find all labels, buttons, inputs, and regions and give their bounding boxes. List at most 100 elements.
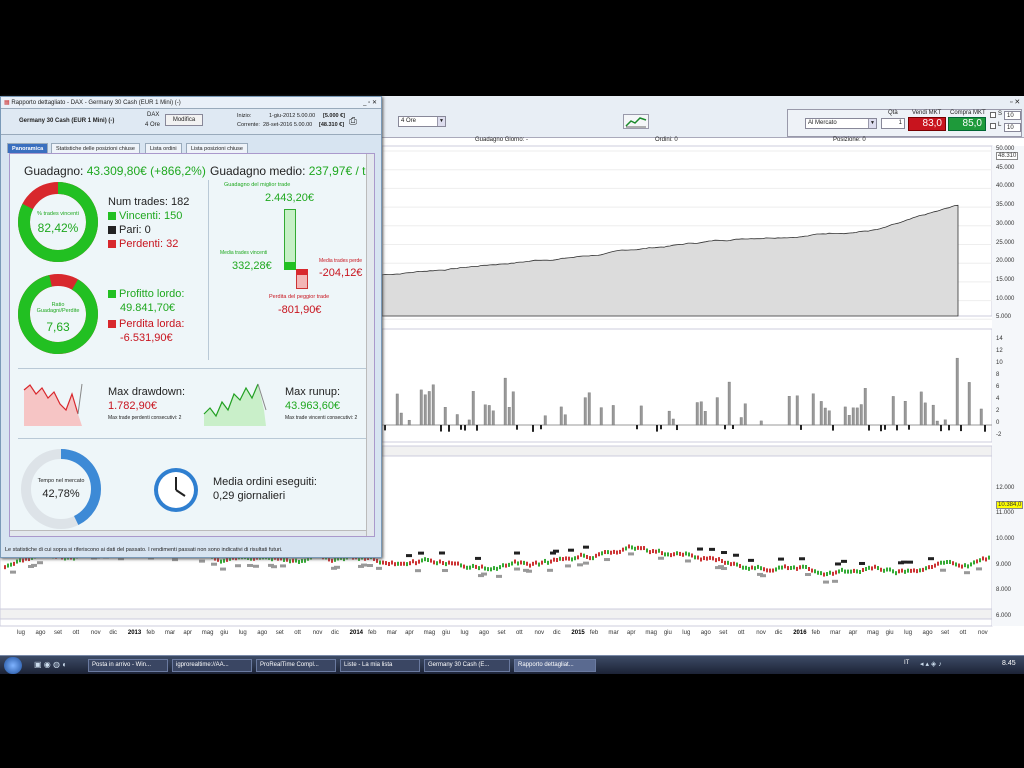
taskbar-item-igprorealtime[interactable]: igprorealtime://AA... <box>172 659 252 672</box>
x-axis-label: dic <box>331 630 339 636</box>
report-window-title: ▦ Rapporto dettagliato - DAX - Germany 3… <box>1 97 381 109</box>
axis-tick-label: 5.000 <box>996 314 1012 321</box>
clock: 8.45 <box>1002 660 1016 667</box>
x-axis-label: lug <box>904 630 913 636</box>
axis-tick-label: 15.000 <box>996 276 1015 283</box>
max-drawdown-value: 1.782,90€ <box>108 400 157 412</box>
detailed-report-window: ▦ Rapporto dettagliato - DAX - Germany 3… <box>0 96 382 558</box>
clock-icon <box>154 468 198 512</box>
x-axis-label: mag <box>423 630 436 636</box>
axis-tick-label: 4 <box>996 396 1000 402</box>
x-axis-label: lug <box>17 630 26 636</box>
axis-tick-label: 10 <box>996 360 1003 366</box>
avg-win-bar <box>284 262 296 270</box>
axis-tick-label: 14 <box>996 336 1003 342</box>
x-axis-label: mag <box>645 630 658 636</box>
x-axis-label: giu <box>220 630 229 636</box>
x-axis-label: nov <box>978 630 988 636</box>
divider <box>18 438 368 439</box>
x-axis-label: 2014 <box>349 630 363 636</box>
x-axis-label: lug <box>238 630 247 636</box>
axis-tick-label: 8.000 <box>996 587 1012 593</box>
x-axis-label: dic <box>774 630 783 636</box>
best-trade-label: Guadagno del miglior trade <box>224 182 291 188</box>
winners-label: Vincenti: 150 <box>119 210 183 222</box>
overview-panel: Guadagno: 43.309,80€ (+866,2%) Guadagno … <box>9 153 375 537</box>
x-axis-label: apr <box>183 630 192 636</box>
modify-button[interactable]: Modifica <box>165 114 203 126</box>
tab-overview[interactable]: Panoramica <box>7 143 49 153</box>
start-price: [5.000 €] <box>323 113 346 119</box>
axis-tick-label: 12.000 <box>996 485 1015 491</box>
vertical-scrollbar[interactable] <box>366 154 374 536</box>
taskbar-item-prorealtime[interactable]: ProRealTime Compl... <box>256 659 336 672</box>
axis-tick-label: 20.000 <box>996 258 1015 265</box>
avg-gain-summary: Guadagno medio: 237,97€ / tra <box>210 164 374 178</box>
x-axis-label: set <box>275 630 284 636</box>
tab-order-list[interactable]: Lista ordini <box>145 143 182 153</box>
drawdown-sparkline <box>23 383 83 426</box>
runup-sparkline <box>203 383 267 426</box>
taskbar-item-mail[interactable]: Posta in arrivo - Win... <box>88 659 168 672</box>
print-icon[interactable]: ⎙ <box>349 116 357 127</box>
axis-tick-label: -2 <box>996 432 1002 438</box>
max-runup-label: Max runup: <box>285 386 341 398</box>
winning-pct-label: % trades vincenti <box>37 211 79 217</box>
x-axis-label: lug <box>682 630 691 636</box>
tab-closed-stats[interactable]: Statistiche delle posizioni chiuse <box>51 143 140 153</box>
x-axis-label: dic <box>552 630 561 636</box>
taskbar-item-germany30[interactable]: Germany 30 Cash (E... <box>424 659 510 672</box>
axis-tick-label: 0 <box>996 420 1000 426</box>
x-axis-label: ago <box>479 630 490 636</box>
gross-profit-value: 49.841,70€ <box>120 302 176 314</box>
x-axis-label: feb <box>811 630 821 636</box>
gain-value: 43.309,80€ (+866,2%) <box>86 164 206 178</box>
x-axis-label: mar <box>386 630 397 636</box>
red-square-icon <box>108 240 116 249</box>
start-value: 1-giu-2012 5.00.00 <box>269 113 316 119</box>
x-axis-label: set <box>719 630 728 636</box>
avg-orders-label: Media ordini eseguiti: <box>213 476 317 488</box>
losers-label: Perdenti: 32 <box>119 238 179 250</box>
gross-loss-value: -6.531,90€ <box>120 332 173 344</box>
x-axis-label: apr <box>626 630 636 636</box>
divider <box>208 180 209 360</box>
taskbar-item-report[interactable]: Rapporto dettagliat... <box>514 659 596 672</box>
axis-tick-label: 30.000 <box>996 220 1015 227</box>
gain-summary: Guadagno: 43.309,80€ (+866,2%) <box>24 164 206 178</box>
taskbar-item-lists[interactable]: Liste - La mia lista <box>340 659 420 672</box>
footer-note: Le statistiche di cui sopra si riferisco… <box>5 547 283 553</box>
axis-tick-label: 9.000 <box>996 562 1012 568</box>
x-axis-label: apr <box>405 630 414 636</box>
symbol-label: DAX <box>147 112 160 118</box>
even-row: Pari: 0 <box>108 224 151 236</box>
gross-profit-row: Profitto lordo: <box>108 288 184 300</box>
start-button[interactable] <box>4 657 22 674</box>
horizontal-scrollbar[interactable] <box>10 530 366 536</box>
max-runup-value: 43.963,60€ <box>285 400 341 412</box>
axis-tick-label: 50.000 <box>996 146 1015 152</box>
report-window-title-text: Rapporto dettagliato - DAX - Germany 30 … <box>11 100 181 106</box>
equity-last-value: 48.310 <box>996 152 1019 160</box>
window-controls[interactable]: _ ▫ ✕ <box>363 99 377 106</box>
x-axis-label: feb <box>589 630 599 636</box>
x-axis-label: nov <box>534 630 545 636</box>
axis-tick-label: 10.000 <box>996 295 1015 302</box>
x-axis-label: giu <box>442 630 451 636</box>
tab-closed-positions[interactable]: Lista posizioni chiuse <box>186 143 248 153</box>
x-axis-label: lug <box>460 630 469 636</box>
axis-tick-label: 11.000 <box>996 510 1014 516</box>
language-indicator[interactable]: IT <box>904 660 909 666</box>
winning-pct-value: 82,42% <box>37 221 79 235</box>
max-drawdown-sub: Max trade perdenti consecutivi: 2 <box>108 415 182 421</box>
x-axis-label: ott <box>72 630 80 636</box>
time-in-market-value: 42,78% <box>42 488 80 500</box>
green-square-icon <box>108 290 116 299</box>
best-trade-bar <box>284 209 296 269</box>
x-axis-label: mag <box>201 630 214 636</box>
quicklaunch-icons[interactable]: ▣ ◉ ◍ ◐ <box>34 660 67 669</box>
tray-icons[interactable]: ◂ ▴ ◈ ♪ <box>920 660 942 668</box>
green-square-icon <box>108 212 116 221</box>
axis-tick-label: 35.000 <box>996 202 1015 209</box>
divider <box>18 368 368 369</box>
